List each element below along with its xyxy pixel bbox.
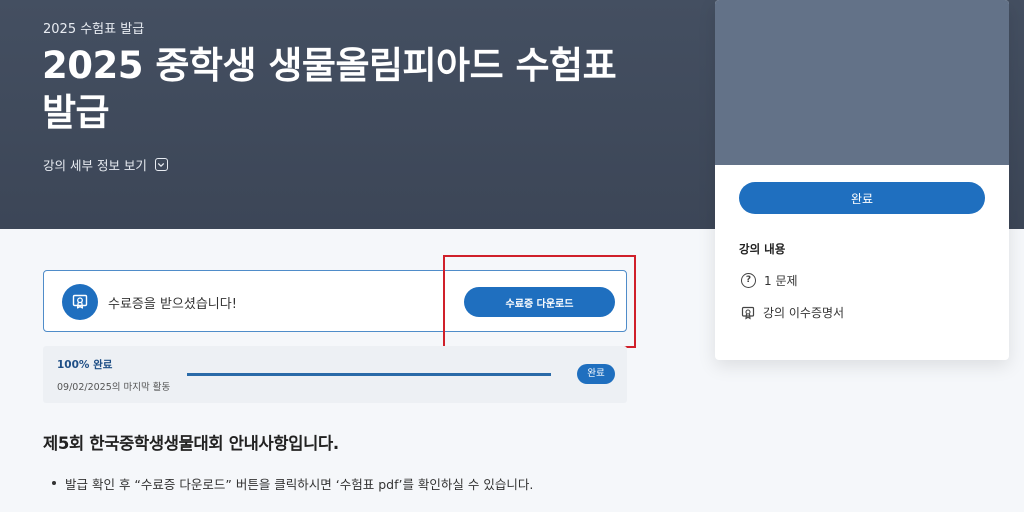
question-circle-icon: ? — [741, 273, 756, 288]
notice-heading: 제5회 한국중학생생물대회 안내사항입니다. — [43, 434, 339, 453]
last-activity-text: 09/02/2025의 마지막 활동 — [57, 382, 171, 393]
course-contents-title: 강의 내용 — [739, 242, 786, 256]
course-thumbnail — [715, 0, 1009, 165]
progress-label: 100% 완료 — [57, 359, 113, 371]
certificate-message: 수료증을 받으셨습니다! — [108, 297, 237, 312]
course-details-label: 강의 세부 정보 보기 — [43, 158, 147, 173]
sidebar-item-question[interactable]: ? 1 문제 — [741, 272, 798, 289]
chevron-down-icon — [154, 158, 168, 171]
certificate-download-button[interactable]: 수료증 다운로드 — [464, 287, 615, 317]
certificate-icon — [741, 306, 755, 320]
progress-card: 100% 완료 09/02/2025의 마지막 활동 완료 — [43, 346, 627, 403]
list-item: 발급 확인 후 “수료증 다운로드” 버튼을 클릭하시면 ‘수험표 pdf’를 … — [43, 474, 683, 493]
hero-overline: 2025 수험표 발급 — [43, 22, 145, 37]
sidebar-item-label: 강의 이수증명서 — [763, 306, 845, 320]
certificate-icon — [62, 284, 98, 320]
sidebar-item-label: 1 문제 — [764, 274, 798, 288]
page-title: 2025 중학생 생물올림피아드 수험표 발급 — [42, 44, 617, 134]
bullet-icon — [52, 481, 56, 485]
completion-badge: 완료 — [577, 364, 615, 384]
progress-bar-fill — [187, 373, 551, 376]
certificate-earned-banner: 수료증을 받으셨습니다! 수료증 다운로드 — [43, 270, 627, 332]
notice-list: 발급 확인 후 “수료증 다운로드” 버튼을 클릭하시면 ‘수험표 pdf’를 … — [43, 474, 683, 493]
course-sidebar-card: 완료 강의 내용 ? 1 문제 강의 이수증명서 — [715, 0, 1009, 360]
progress-bar — [187, 373, 551, 376]
notice-item-text: 발급 확인 후 “수료증 다운로드” 버튼을 클릭하시면 ‘수험표 pdf’를 … — [65, 477, 534, 492]
course-details-toggle[interactable]: 강의 세부 정보 보기 — [43, 155, 168, 174]
complete-button[interactable]: 완료 — [739, 182, 985, 214]
sidebar-item-certificate[interactable]: 강의 이수증명서 — [741, 304, 844, 321]
